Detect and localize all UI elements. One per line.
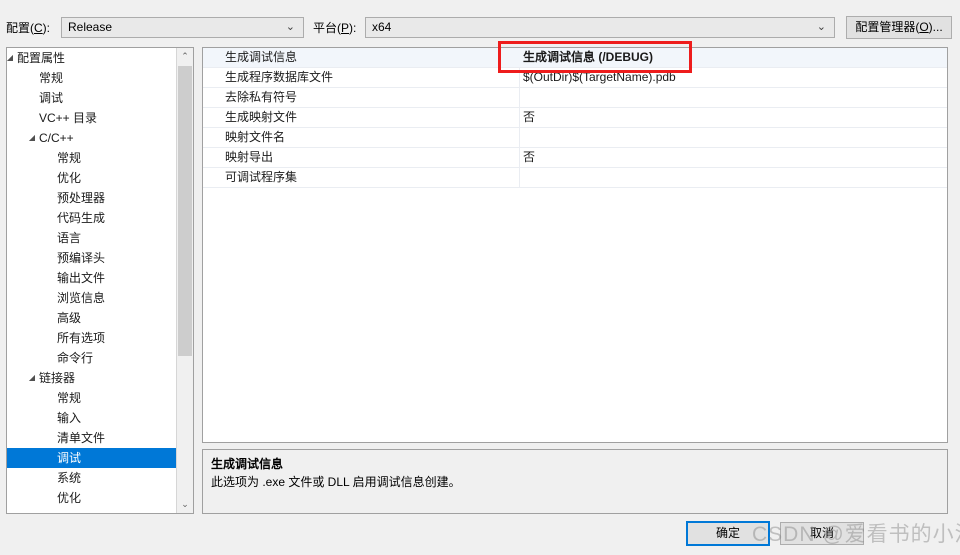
tree-item-label: 输入	[57, 411, 82, 425]
chevron-down-icon: ⌄	[816, 21, 826, 33]
tree-item-20[interactable]: 调试	[7, 448, 176, 468]
tree-item-label: 常规	[39, 71, 64, 85]
property-row[interactable]: 去除私有符号	[203, 88, 947, 108]
property-value[interactable]: 生成调试信息 (/DEBUG)	[523, 48, 653, 67]
property-value[interactable]: $(OutDir)$(TargetName).pdb	[523, 68, 676, 87]
property-name: 可调试程序集	[225, 170, 298, 184]
description-title: 生成调试信息	[211, 457, 284, 471]
property-value[interactable]: 否	[523, 108, 535, 127]
scroll-down-arrow-icon[interactable]: ⌄	[177, 496, 193, 513]
tree-item-label: 命令行	[57, 351, 94, 365]
ok-button[interactable]: 确定	[686, 521, 770, 546]
cancel-button[interactable]: 取消	[780, 522, 864, 545]
tree-item-3[interactable]: VC++ 目录	[7, 108, 176, 128]
tree-item-14[interactable]: 所有选项	[7, 328, 176, 348]
tree-scrollbar[interactable]: ⌃ ⌄	[176, 48, 193, 513]
tree-item-9[interactable]: 语言	[7, 228, 176, 248]
tree-item-label: 输出文件	[57, 271, 106, 285]
tree-item-12[interactable]: 浏览信息	[7, 288, 176, 308]
property-row[interactable]: 生成调试信息 生成调试信息 (/DEBUG)	[203, 48, 947, 68]
tree-item-5[interactable]: 常规	[7, 148, 176, 168]
tree-item-label: 所有选项	[57, 331, 106, 345]
property-description-panel: 生成调试信息 此选项为 .exe 文件或 DLL 启用调试信息创建。	[202, 449, 948, 514]
tree-item-19[interactable]: 清单文件	[7, 428, 176, 448]
platform-dropdown-value: x64	[372, 20, 392, 34]
property-tree-panel: ◢ 配置属性 常规 调试 VC++ 目录 ◢ C/C++ 常规 优化 预处理器 代码生成 语言 预编译头…	[6, 47, 194, 514]
tree-item-4[interactable]: ◢ C/C++	[7, 128, 176, 148]
tree-item-8[interactable]: 代码生成	[7, 208, 176, 228]
tree-item-1[interactable]: 常规	[7, 68, 176, 88]
tree-item-label: 调试	[57, 451, 82, 465]
tree-item-17[interactable]: 常规	[7, 388, 176, 408]
tree-item-label: 调试	[39, 91, 64, 105]
tree-scrollbar-thumb[interactable]	[178, 66, 192, 356]
tree-item-label: 系统	[57, 471, 82, 485]
tree-item-15[interactable]: 命令行	[7, 348, 176, 368]
tree-item-label: 优化	[57, 491, 82, 505]
tree-item-21[interactable]: 系统	[7, 468, 176, 488]
tree-item-10[interactable]: 预编译头	[7, 248, 176, 268]
property-tree-list[interactable]: ◢ 配置属性 常规 调试 VC++ 目录 ◢ C/C++ 常规 优化 预处理器 代码生成 语言 预编译头…	[7, 48, 176, 513]
description-text: 此选项为 .exe 文件或 DLL 启用调试信息创建。	[211, 475, 461, 489]
property-row[interactable]: 生成映射文件 否	[203, 108, 947, 128]
tree-expander-icon[interactable]: ◢	[27, 368, 37, 388]
chevron-down-icon: ⌄	[285, 21, 295, 33]
tree-item-label: 常规	[57, 151, 82, 165]
tree-item-7[interactable]: 预处理器	[7, 188, 176, 208]
tree-item-16[interactable]: ◢ 链接器	[7, 368, 176, 388]
property-name: 映射导出	[225, 150, 274, 164]
tree-item-label: 清单文件	[57, 431, 106, 445]
tree-item-label: 预处理器	[57, 191, 106, 205]
configuration-toolbar: 配置(C): Release ⌄ 平台(P): x64 ⌄ 配置管理器(O)..…	[0, 0, 960, 42]
tree-item-label: 语言	[57, 231, 82, 245]
tree-expander-icon[interactable]: ◢	[7, 48, 15, 68]
configuration-manager-button[interactable]: 配置管理器(O)...	[846, 16, 952, 39]
property-name: 生成调试信息	[225, 50, 298, 64]
tree-item-2[interactable]: 调试	[7, 88, 176, 108]
tree-item-18[interactable]: 输入	[7, 408, 176, 428]
configuration-label: 配置(C):	[6, 21, 51, 35]
property-row[interactable]: 映射文件名	[203, 128, 947, 148]
property-name: 生成映射文件	[225, 110, 298, 124]
tree-item-label: 优化	[57, 171, 82, 185]
property-name: 生成程序数据库文件	[225, 70, 334, 84]
tree-item-label: 代码生成	[57, 211, 106, 225]
platform-dropdown[interactable]: x64 ⌄	[365, 17, 835, 38]
tree-item-label: 高级	[57, 311, 82, 325]
platform-label: 平台(P):	[313, 21, 357, 35]
property-value[interactable]: 否	[523, 148, 535, 167]
configuration-dropdown-value: Release	[68, 20, 113, 34]
tree-item-11[interactable]: 输出文件	[7, 268, 176, 288]
property-name: 映射文件名	[225, 130, 286, 144]
tree-item-label: 配置属性	[17, 51, 66, 65]
tree-expander-icon[interactable]: ◢	[27, 128, 37, 148]
tree-item-22[interactable]: 优化	[7, 488, 176, 508]
tree-item-label: 预编译头	[57, 251, 106, 265]
configuration-dropdown[interactable]: Release ⌄	[61, 17, 304, 38]
property-grid-rows: 生成调试信息 生成调试信息 (/DEBUG) 生成程序数据库文件 $(OutDir)$…	[203, 48, 947, 188]
property-row[interactable]: 生成程序数据库文件 $(OutDir)$(TargetName).pdb	[203, 68, 947, 88]
property-row[interactable]: 可调试程序集	[203, 168, 947, 188]
tree-item-13[interactable]: 高级	[7, 308, 176, 328]
tree-item-label: 浏览信息	[57, 291, 106, 305]
tree-item-label: C/C++	[39, 131, 74, 145]
tree-item-0[interactable]: ◢ 配置属性	[7, 48, 176, 68]
tree-item-label: 常规	[57, 391, 82, 405]
scroll-up-arrow-icon[interactable]: ⌃	[177, 48, 193, 65]
tree-item-label: 链接器	[39, 371, 76, 385]
tree-item-6[interactable]: 优化	[7, 168, 176, 188]
property-row[interactable]: 映射导出 否	[203, 148, 947, 168]
tree-item-label: VC++ 目录	[39, 111, 98, 125]
property-name: 去除私有符号	[225, 90, 298, 104]
property-grid: 生成调试信息 生成调试信息 (/DEBUG) 生成程序数据库文件 $(OutDir)$…	[202, 47, 948, 443]
